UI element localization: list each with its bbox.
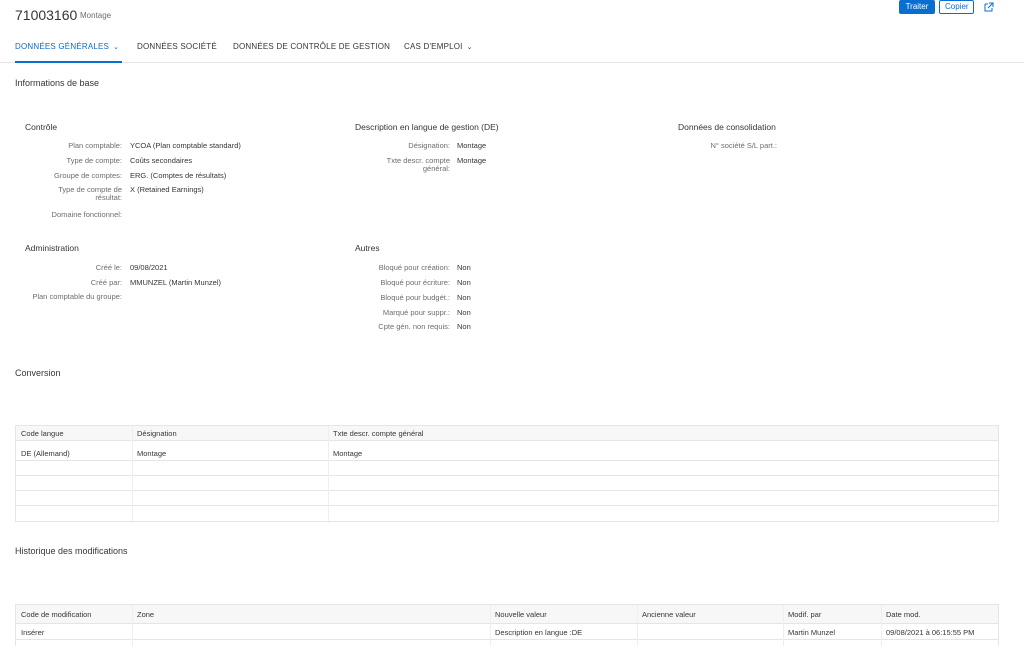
field-value: YCOA (Plan comptable standard) bbox=[130, 141, 241, 150]
column-header[interactable]: Txte descr. compte général bbox=[328, 426, 998, 441]
field-label: Type de compte de résultat: bbox=[58, 185, 122, 202]
table-row[interactable]: DE (Allemand) Montage Montage bbox=[16, 446, 998, 461]
tab-donnees-societe[interactable]: DONNÉES SOCIÉTÉ bbox=[137, 42, 217, 63]
field-label: Groupe de comptes: bbox=[54, 171, 122, 180]
table-row[interactable]: Insérer Description en langue :DE Martin… bbox=[16, 625, 998, 640]
section-title-basic-info: Informations de base bbox=[15, 78, 100, 88]
field-label: Plan comptable du groupe: bbox=[32, 292, 122, 301]
field-value: ERG. (Comptes de résultats) bbox=[130, 171, 227, 180]
table-cell: 09/08/2021 à 06:15:55 PM bbox=[886, 628, 975, 637]
copy-button[interactable]: Copier bbox=[939, 0, 974, 14]
field-label: Domaine fonctionnel: bbox=[51, 210, 122, 219]
tab-donnees-controle-gestion[interactable]: DONNÉES DE CONTRÔLE DE GESTION bbox=[233, 42, 390, 63]
group-title-administration: Administration bbox=[25, 243, 79, 253]
table-row[interactable] bbox=[16, 461, 998, 476]
conversion-table: Code langue Désignation Txte descr. comp… bbox=[15, 425, 999, 522]
group-title-consolidation: Données de consolidation bbox=[678, 122, 776, 132]
tab-cas-emploi[interactable]: CAS D'EMPLOI ⌄ bbox=[404, 42, 473, 63]
group-title-controle: Contrôle bbox=[25, 122, 58, 132]
field-label: Type de compte: bbox=[66, 156, 122, 165]
table-cell: Montage bbox=[137, 449, 167, 458]
tab-label: DONNÉES SOCIÉTÉ bbox=[137, 42, 217, 51]
field-value: Non bbox=[457, 322, 471, 331]
table-row[interactable] bbox=[16, 476, 998, 491]
field-label: Txte descr. compte général: bbox=[386, 156, 450, 173]
share-icon[interactable] bbox=[983, 1, 995, 13]
field-value: Coûts secondaires bbox=[130, 156, 193, 165]
table-row[interactable] bbox=[16, 491, 998, 506]
field-label: Bloqué pour écriture: bbox=[380, 278, 450, 287]
table-cell bbox=[637, 625, 783, 640]
column-header[interactable]: Désignation bbox=[132, 426, 328, 441]
tab-label: DONNÉES GÉNÉRALES bbox=[15, 42, 110, 51]
field-value: 09/08/2021 bbox=[130, 263, 168, 272]
field-value: Non bbox=[457, 293, 471, 302]
field-value: Montage bbox=[457, 156, 487, 165]
field-label: Marqué pour suppr.: bbox=[382, 308, 450, 317]
column-header[interactable]: Code de modification bbox=[16, 605, 132, 624]
column-header[interactable]: Code langue bbox=[16, 426, 132, 441]
tab-label: DONNÉES DE CONTRÔLE DE GESTION bbox=[233, 42, 391, 51]
table-header-row: Code langue Désignation Txte descr. comp… bbox=[16, 426, 998, 441]
field-value: MMUNZEL (Martin Munzel) bbox=[130, 278, 221, 287]
history-table: Code de modification Zone Nouvelle valeu… bbox=[15, 604, 999, 646]
column-header[interactable]: Ancienne valeur bbox=[637, 605, 783, 624]
field-label: Bloqué pour budgét.: bbox=[380, 293, 450, 302]
column-divider bbox=[132, 605, 133, 646]
object-header: 71003160 Montage Traiter Copier DONNÉES … bbox=[0, 0, 1024, 63]
page-subtitle: Montage bbox=[80, 11, 112, 20]
column-divider bbox=[783, 605, 784, 646]
field-label: Créé par: bbox=[90, 278, 122, 287]
edit-button[interactable]: Traiter bbox=[899, 0, 935, 14]
field-value: X (Retained Earnings) bbox=[130, 185, 204, 194]
group-title-autres: Autres bbox=[355, 243, 380, 253]
table-header-row: Code de modification Zone Nouvelle valeu… bbox=[16, 605, 998, 624]
group-title-description: Description en langue de gestion (DE) bbox=[355, 122, 499, 132]
field-label: Cpte gén. non requis: bbox=[378, 322, 450, 331]
field-label: Désignation: bbox=[408, 141, 450, 150]
chevron-down-icon: ⌄ bbox=[113, 44, 120, 51]
column-divider bbox=[637, 605, 638, 646]
tab-label: CAS D'EMPLOI bbox=[404, 42, 463, 51]
field-value: Montage bbox=[457, 141, 487, 150]
tab-bar: DONNÉES GÉNÉRALES ⌄ DONNÉES SOCIÉTÉ DONNÉ… bbox=[0, 42, 1024, 63]
table-cell: Martin Munzel bbox=[788, 628, 836, 637]
table-cell: DE (Allemand) bbox=[21, 449, 70, 458]
table-cell: Insérer bbox=[21, 628, 45, 637]
active-tab-indicator bbox=[15, 61, 122, 63]
section-title-conversion: Conversion bbox=[15, 368, 61, 378]
column-header[interactable]: Zone bbox=[132, 605, 490, 624]
field-value: Non bbox=[457, 278, 471, 287]
tab-donnees-generales[interactable]: DONNÉES GÉNÉRALES ⌄ bbox=[15, 42, 119, 63]
table-cell: Montage bbox=[333, 449, 363, 458]
column-header[interactable]: Modif. par bbox=[783, 605, 881, 624]
field-label: N° société S/L part.: bbox=[710, 141, 777, 150]
table-cell bbox=[132, 625, 490, 640]
column-divider bbox=[881, 605, 882, 646]
chevron-down-icon: ⌄ bbox=[466, 44, 473, 51]
column-divider bbox=[328, 426, 329, 521]
column-divider bbox=[490, 605, 491, 646]
column-header[interactable]: Nouvelle valeur bbox=[490, 605, 637, 624]
field-value: Non bbox=[457, 263, 471, 272]
field-label: Bloqué pour création: bbox=[378, 263, 450, 272]
column-header[interactable]: Date mod. bbox=[881, 605, 998, 624]
table-cell: Description en langue :DE bbox=[495, 628, 583, 637]
column-divider bbox=[132, 426, 133, 521]
page-title: 71003160 bbox=[15, 7, 78, 23]
field-label: Créé le: bbox=[95, 263, 122, 272]
field-value: Non bbox=[457, 308, 471, 317]
section-title-history: Historique des modifications bbox=[15, 546, 128, 556]
field-label: Plan comptable: bbox=[68, 141, 122, 150]
